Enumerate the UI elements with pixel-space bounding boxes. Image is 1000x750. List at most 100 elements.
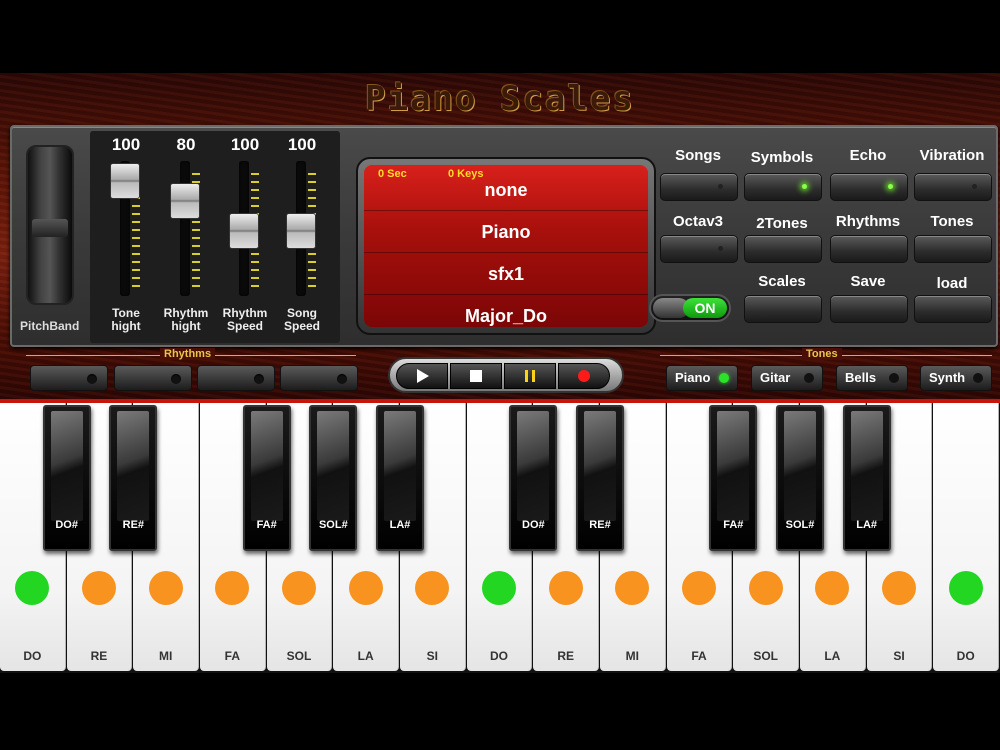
- led-icon: [254, 374, 264, 384]
- pitch-band-label: PitchBand: [20, 319, 80, 333]
- vibration-button[interactable]: [914, 173, 992, 201]
- tone-label: Piano: [675, 370, 711, 385]
- scale-note-marker: [281, 571, 316, 605]
- slider-thumb[interactable]: [170, 183, 200, 219]
- black-key-face: [50, 411, 83, 521]
- symbols-button[interactable]: [744, 173, 822, 201]
- echo-label: Echo: [849, 147, 887, 164]
- songs-button[interactable]: [660, 173, 738, 201]
- load-label: load: [936, 275, 968, 292]
- load-button[interactable]: [914, 295, 992, 323]
- record-icon: [578, 370, 590, 382]
- slider-thumb[interactable]: [110, 163, 140, 199]
- rhythm-button-1[interactable]: [30, 365, 108, 391]
- slider-label: Song Speed: [283, 306, 320, 333]
- slider-thumb[interactable]: [229, 213, 259, 249]
- rhythm-button-3[interactable]: [197, 365, 275, 391]
- display-scale[interactable]: Major_Do: [364, 295, 648, 327]
- key-label: FA: [691, 649, 707, 663]
- slider-rhythm-speed[interactable]: 100 Rhythm Speed: [217, 131, 273, 343]
- record-button[interactable]: [558, 363, 610, 389]
- scale-note-marker: [415, 571, 450, 605]
- black-key[interactable]: FA#: [709, 405, 758, 551]
- play-button[interactable]: [396, 363, 448, 389]
- scale-note-marker: [15, 571, 50, 605]
- tone-gitar-button[interactable]: Gitar: [751, 365, 823, 391]
- scale-note-marker: [348, 571, 383, 605]
- black-key[interactable]: SOL#: [776, 405, 824, 551]
- slider-label: Tone hight: [111, 306, 141, 333]
- black-key[interactable]: DO#: [42, 405, 91, 551]
- key-label: RE#: [589, 519, 611, 531]
- key-label: DO: [956, 649, 975, 663]
- black-key[interactable]: SOL#: [309, 405, 358, 551]
- rhythms-button[interactable]: [830, 235, 908, 263]
- scale-note-marker: [881, 571, 916, 605]
- display-rhythm[interactable]: sfx1: [364, 253, 648, 295]
- white-key[interactable]: DO: [933, 403, 999, 671]
- key-label: SOL#: [318, 519, 348, 531]
- scales-label: Scales: [758, 273, 806, 290]
- display-tone[interactable]: Piano: [364, 211, 648, 253]
- slider-value: 100: [230, 135, 260, 154]
- pitch-wheel-icon[interactable]: [26, 145, 74, 305]
- 2tones-button[interactable]: [744, 235, 822, 263]
- black-key-face: [117, 411, 150, 521]
- stop-button[interactable]: [450, 363, 502, 389]
- rhythm-button-2[interactable]: [114, 365, 192, 391]
- black-key-face: [384, 411, 416, 521]
- power-toggle[interactable]: ON: [649, 294, 731, 322]
- display-song[interactable]: none: [364, 169, 648, 211]
- led-icon: [718, 246, 723, 251]
- scale-note-marker: [815, 571, 850, 605]
- key-label: LA#: [389, 519, 411, 531]
- tones-button[interactable]: [914, 235, 992, 263]
- led-icon: [973, 373, 983, 383]
- led-icon: [804, 373, 814, 383]
- black-key[interactable]: RE#: [576, 405, 624, 551]
- toggle-on-label: ON: [683, 298, 727, 318]
- black-key[interactable]: RE#: [109, 405, 158, 551]
- black-key[interactable]: FA#: [242, 405, 291, 551]
- rhythm-button-4[interactable]: [280, 365, 358, 391]
- black-key[interactable]: LA#: [842, 405, 891, 551]
- pitch-band-wheel[interactable]: [26, 145, 76, 310]
- display-screen: 0 Sec 0 Keys none Piano sfx1 Major_Do: [364, 165, 648, 327]
- control-panel: PitchBand 100 Tone hight 80 Rhythm hight 1…: [10, 125, 998, 347]
- tone-bells-button[interactable]: Bells: [836, 365, 908, 391]
- octav3-button[interactable]: [660, 235, 738, 263]
- slider-tone-hight[interactable]: 100 Tone hight: [98, 131, 154, 343]
- key-label: LA: [357, 649, 374, 663]
- tone-synth-button[interactable]: Synth: [920, 365, 992, 391]
- pause-button[interactable]: [504, 363, 556, 389]
- slider-label: Rhythm hight: [163, 306, 209, 333]
- vibration-label: Vibration: [919, 147, 985, 164]
- led-icon: [888, 184, 893, 189]
- black-key[interactable]: LA#: [376, 405, 424, 551]
- scale-note-marker: [215, 571, 250, 605]
- slider-thumb[interactable]: [286, 213, 316, 249]
- key-label: SOL: [286, 649, 312, 663]
- key-label: DO: [489, 649, 508, 663]
- slider-track[interactable]: [180, 161, 190, 296]
- slider-song-speed[interactable]: 100 Song Speed: [274, 131, 330, 343]
- black-key-face: [584, 411, 616, 521]
- echo-button[interactable]: [830, 173, 908, 201]
- slider-value: 100: [287, 135, 317, 154]
- scales-button[interactable]: [744, 295, 822, 323]
- scale-note-marker: [748, 571, 783, 605]
- save-button[interactable]: [830, 295, 908, 323]
- save-label: Save: [850, 273, 886, 290]
- symbols-label: Symbols: [750, 149, 814, 166]
- rhythms-section-title: Rhythms: [160, 348, 216, 360]
- piano-scales-app: Piano Scales PitchBand 100 Tone hight 80 …: [0, 73, 1000, 673]
- key-label: DO#: [55, 519, 78, 531]
- slider-rhythm-hight[interactable]: 80 Rhythm hight: [158, 131, 214, 343]
- key-label: SOL#: [785, 519, 815, 531]
- key-label: RE#: [122, 519, 145, 531]
- 2tones-label: 2Tones: [756, 215, 808, 232]
- key-label: SOL: [753, 649, 778, 663]
- tone-piano-button[interactable]: Piano: [666, 365, 738, 391]
- led-icon: [972, 184, 977, 189]
- black-key[interactable]: DO#: [509, 405, 558, 551]
